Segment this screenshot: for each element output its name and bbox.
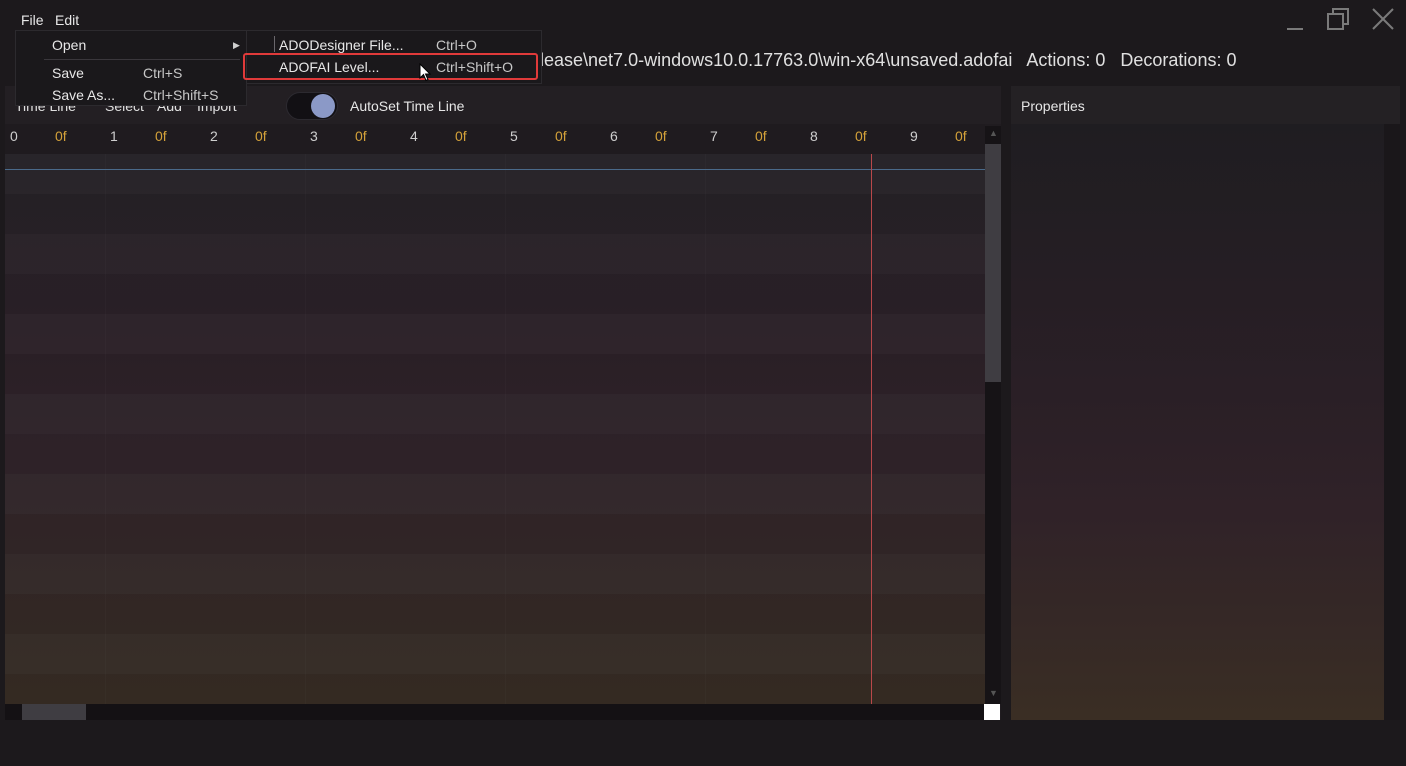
track-row	[5, 354, 985, 394]
grid-line	[105, 154, 106, 704]
minimize-icon	[1287, 28, 1303, 30]
track-row	[5, 194, 985, 234]
menu-item-save-as[interactable]: Save As...	[52, 87, 115, 103]
actions-count: Actions: 0	[1026, 50, 1106, 70]
scrollbar-corner	[984, 704, 1000, 720]
close-icon	[1372, 8, 1394, 30]
ruler-second: 0	[10, 128, 18, 144]
mouse-cursor-icon	[419, 63, 432, 82]
ruler-frame: 0f	[755, 128, 767, 144]
timeline-horizontal-scrollbar[interactable]	[5, 704, 985, 720]
autoset-timeline-toggle[interactable]	[286, 92, 338, 120]
ruler-frame: 0f	[955, 128, 967, 144]
track-row	[5, 514, 985, 554]
track-row	[5, 234, 985, 274]
ruler-frame: 0f	[255, 128, 267, 144]
ruler-frame: 0f	[355, 128, 367, 144]
ruler-second: 3	[310, 128, 318, 144]
properties-header: Properties	[1011, 86, 1400, 124]
minimize-button[interactable]	[1279, 6, 1311, 34]
submenu-arrow-icon: ▶	[233, 40, 240, 50]
properties-scrollbar[interactable]	[1384, 124, 1400, 720]
properties-panel: Properties	[1011, 86, 1400, 720]
ruler-second: 4	[410, 128, 418, 144]
autoset-timeline-label: AutoSet Time Line	[350, 98, 465, 114]
horizontal-scroll-thumb[interactable]	[22, 704, 86, 720]
time-ruler[interactable]: 0 0f 1 0f 2 0f 3 0f 4 0f 5 0f 6 0f 7 0f …	[5, 124, 985, 154]
ruler-frame: 0f	[855, 128, 867, 144]
track-row	[5, 394, 985, 434]
track-row	[5, 594, 985, 634]
ruler-second: 7	[710, 128, 718, 144]
file-path: lease\net7.0-windows10.0.17763.0\win-x64…	[540, 50, 1013, 70]
restore-icon	[1327, 8, 1349, 30]
highlight-box	[243, 53, 538, 80]
menu-edit[interactable]: Edit	[55, 12, 79, 28]
adodesigner-shortcut: Ctrl+O	[436, 37, 477, 53]
properties-body	[1011, 124, 1384, 720]
properties-title: Properties	[1021, 98, 1085, 114]
save-as-shortcut: Ctrl+Shift+S	[143, 87, 219, 103]
grid-line	[505, 154, 506, 704]
ruler-frame: 0f	[655, 128, 667, 144]
toggle-knob	[311, 94, 335, 118]
track-row	[5, 634, 985, 674]
menu-item-open[interactable]: Open	[52, 37, 86, 53]
track-row	[5, 154, 985, 194]
track-row	[5, 674, 985, 704]
close-button[interactable]	[1367, 6, 1399, 34]
menu-file[interactable]: File	[21, 12, 44, 28]
ruler-second: 2	[210, 128, 218, 144]
ruler-second: 1	[110, 128, 118, 144]
ruler-second: 9	[910, 128, 918, 144]
submenu-divider	[274, 36, 275, 52]
scroll-down-icon[interactable]: ▼	[989, 688, 998, 698]
ruler-frame: 0f	[455, 128, 467, 144]
grid-line	[705, 154, 706, 704]
ruler-second: 5	[510, 128, 518, 144]
menu-separator	[44, 59, 240, 60]
track-row	[5, 434, 985, 474]
ruler-second: 6	[610, 128, 618, 144]
grid-line	[305, 154, 306, 704]
ruler-frame: 0f	[55, 128, 67, 144]
scroll-up-icon[interactable]: ▲	[989, 128, 998, 138]
decorations-count: Decorations: 0	[1120, 50, 1237, 70]
timeline-start-line	[5, 169, 985, 170]
ruler-frame: 0f	[155, 128, 167, 144]
track-row	[5, 314, 985, 354]
track-row	[5, 274, 985, 314]
timeline-tracks[interactable]	[5, 154, 985, 704]
menu-item-save[interactable]: Save	[52, 65, 84, 81]
ruler-frame: 0f	[555, 128, 567, 144]
vertical-scroll-thumb[interactable]	[985, 144, 1001, 382]
menu-item-adodesigner-file[interactable]: ADODesigner File...	[279, 37, 403, 53]
timeline-vertical-scrollbar[interactable]: ▲ ▼	[985, 126, 1001, 704]
timeline-panel: Time Line Select Add Import AutoSet Time…	[5, 86, 1001, 720]
file-path-status: lease\net7.0-windows10.0.17763.0\win-x64…	[540, 50, 1246, 71]
track-row	[5, 554, 985, 594]
track-row	[5, 474, 985, 514]
file-menu: Open ▶ Save Ctrl+S Save As... Ctrl+Shift…	[15, 30, 247, 106]
save-shortcut: Ctrl+S	[143, 65, 183, 81]
ruler-second: 8	[810, 128, 818, 144]
playhead-line[interactable]	[871, 154, 872, 704]
restore-button[interactable]	[1322, 6, 1354, 34]
